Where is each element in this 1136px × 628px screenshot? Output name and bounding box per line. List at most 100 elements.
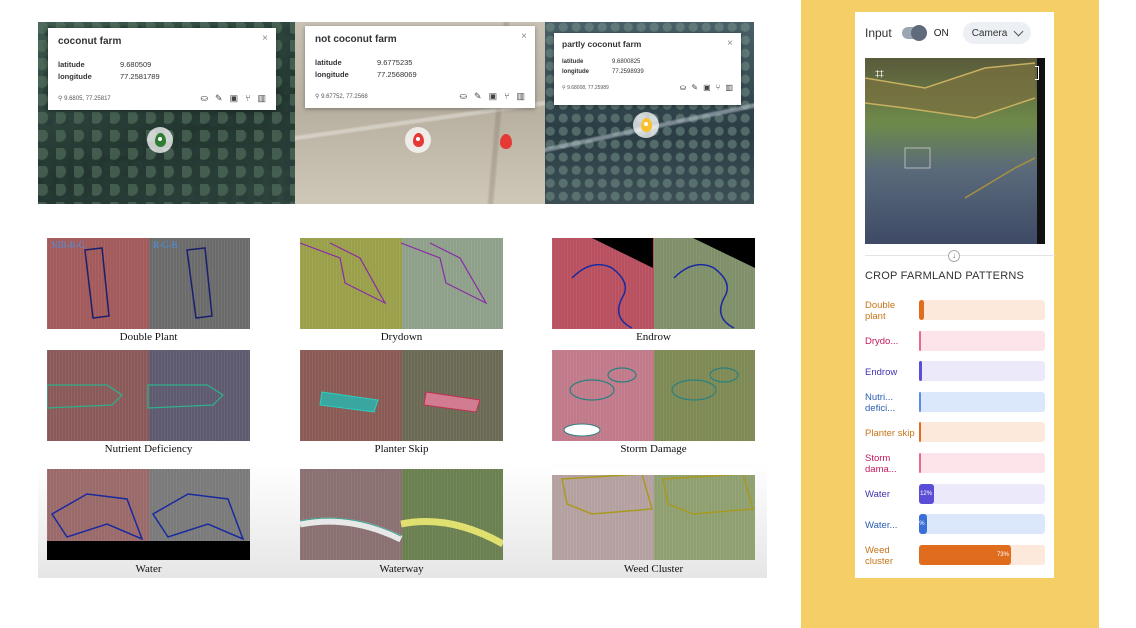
pattern-bar-fill [919, 300, 925, 320]
route-icon[interactable]: ⑂ [504, 91, 509, 102]
pattern-bar-track: 12% [919, 483, 1045, 504]
pattern-outline [552, 469, 755, 515]
latitude-label: latitude [315, 58, 342, 67]
paint-bucket-icon[interactable]: ⛀ [680, 83, 687, 92]
close-icon[interactable]: × [521, 31, 527, 42]
camera-icon[interactable]: ▣ [489, 91, 498, 102]
latitude-value: 9.6775235 [377, 58, 413, 67]
pattern-bar-track [919, 453, 1045, 473]
camera-preview[interactable]: ⌗ [865, 58, 1045, 244]
map-pin-icon[interactable] [405, 127, 431, 153]
pattern-bar-row: Weed cluster 73% [865, 544, 1045, 567]
chevron-down-icon [1013, 26, 1024, 36]
pattern-caption: Planter Skip [374, 443, 429, 455]
satellite-map-not-coconut-farm[interactable]: × not coconut farm latitude 9.6775235 lon… [295, 22, 545, 204]
pattern-bar-row: Endrow [865, 361, 1045, 383]
crop-icon[interactable]: ⌗ [875, 66, 884, 84]
pattern-caption: Endrow [636, 331, 671, 343]
arrow-down-icon: ↓ [948, 250, 960, 262]
close-icon[interactable]: × [727, 38, 733, 49]
paint-bucket-icon[interactable]: ⛀ [459, 91, 467, 102]
map-pin-icon[interactable] [633, 112, 659, 138]
edit-icon[interactable]: ✎ [691, 83, 698, 92]
pin-marker [154, 133, 166, 147]
pattern-caption: Drydown [380, 331, 423, 343]
edit-icon[interactable]: ✎ [474, 91, 482, 102]
edit-icon[interactable]: ✎ [215, 93, 223, 104]
camera-icon[interactable]: ▣ [230, 93, 239, 104]
pattern-bar-track: % [919, 514, 1045, 535]
toggle-knob [910, 25, 927, 41]
popup-title: coconut farm [58, 36, 122, 47]
pattern-bar-fill: 73% [919, 544, 1011, 565]
location-popup: × not coconut farm latitude 9.6775235 lon… [305, 26, 535, 108]
pattern-bar-fill [919, 422, 921, 443]
latitude-label: latitude [58, 60, 85, 69]
location-popup: × coconut farm latitude 9.680509 longitud… [48, 28, 276, 110]
pattern-bar-row: Double plant [865, 300, 1045, 322]
pattern-bar-track [919, 422, 1045, 443]
location-popup: × partly coconut farm latitude 9.6800825 … [554, 33, 741, 105]
pin-marker [640, 118, 652, 132]
rgb-band-label: R-G-B [153, 240, 178, 250]
map-strip: × coconut farm latitude 9.680509 longitud… [38, 22, 754, 204]
trash-icon[interactable]: ▥ [725, 83, 733, 92]
camera-icon[interactable]: ▣ [703, 83, 711, 92]
pattern-bar-row: Planter skip [865, 422, 1045, 444]
longitude-value: 77.2598939 [612, 69, 644, 75]
close-icon[interactable]: × [262, 33, 268, 44]
longitude-label: longitude [562, 69, 589, 75]
pattern-bar-label: Nutri... defici... [865, 391, 896, 414]
pattern-outline [300, 242, 488, 305]
pattern-bar-track [919, 330, 1045, 351]
pattern-image [300, 350, 503, 441]
pattern-bar-label: Weed cluster [865, 544, 893, 567]
classifier-panel: Input ON Camera ⌗ ↓ CROP FARMLAND PATTER… [855, 12, 1055, 578]
pattern-image [300, 238, 503, 329]
pattern-bar-fill: 12% [919, 483, 935, 504]
pattern-bar-track [919, 300, 1045, 320]
satellite-map-partly-coconut-farm[interactable]: × partly coconut farm latitude 9.6800825 … [545, 22, 754, 204]
pattern-bar-label: Double plant [865, 300, 896, 322]
latitude-value: 9.680509 [120, 60, 152, 69]
pattern-bar-label: Water... [865, 519, 898, 531]
coordinates-text: ⚲ 9.68008, 77.25989 [562, 84, 609, 91]
pattern-bar-row: Water 12% [865, 483, 1045, 506]
map-pin-icon[interactable] [147, 127, 173, 153]
camera-select[interactable]: Camera [962, 22, 1032, 44]
pattern-image [552, 238, 755, 329]
pattern-caption: Double Plant [119, 331, 178, 343]
pattern-bar-fill [919, 330, 921, 351]
pattern-image: NIR-R-G R-G-B [47, 238, 250, 329]
trash-icon[interactable]: ▥ [257, 93, 266, 104]
section-title: CROP FARMLAND PATTERNS [865, 270, 1025, 282]
pattern-bar-track [919, 361, 1045, 382]
pattern-outline [563, 367, 739, 437]
satellite-map-coconut-farm[interactable]: × coconut farm latitude 9.680509 longitud… [38, 22, 295, 204]
route-icon[interactable]: ⑂ [245, 93, 250, 104]
route-icon[interactable]: ⑂ [716, 83, 721, 92]
popup-title: not coconut farm [315, 34, 397, 45]
trash-icon[interactable]: ▥ [516, 91, 525, 102]
input-toggle[interactable] [901, 25, 927, 41]
input-toolbar: Input ON Camera [855, 12, 1054, 54]
latitude-label: latitude [562, 59, 584, 65]
pattern-bar-fill [919, 391, 921, 412]
pattern-outline [319, 391, 481, 413]
map-pin-icon[interactable] [500, 134, 512, 149]
pattern-caption: Storm Damage [620, 443, 687, 455]
pattern-image [47, 469, 250, 560]
pattern-bar-fill [919, 453, 921, 473]
pattern-image [552, 469, 755, 560]
pattern-caption: Waterway [379, 563, 424, 575]
pattern-bar-row: Water...% [865, 514, 1045, 536]
longitude-label: longitude [58, 72, 92, 81]
pattern-bar-label: Drydo... [865, 336, 899, 348]
pattern-bar-label: Storm dama... [865, 453, 897, 475]
nir-band-label: NIR-R-G [51, 240, 85, 250]
paint-bucket-icon[interactable]: ⛀ [200, 93, 208, 104]
longitude-label: longitude [315, 70, 349, 79]
pattern-outline [47, 384, 224, 409]
camera-edge-icon [1035, 66, 1039, 80]
toggle-state-label: ON [933, 27, 949, 39]
